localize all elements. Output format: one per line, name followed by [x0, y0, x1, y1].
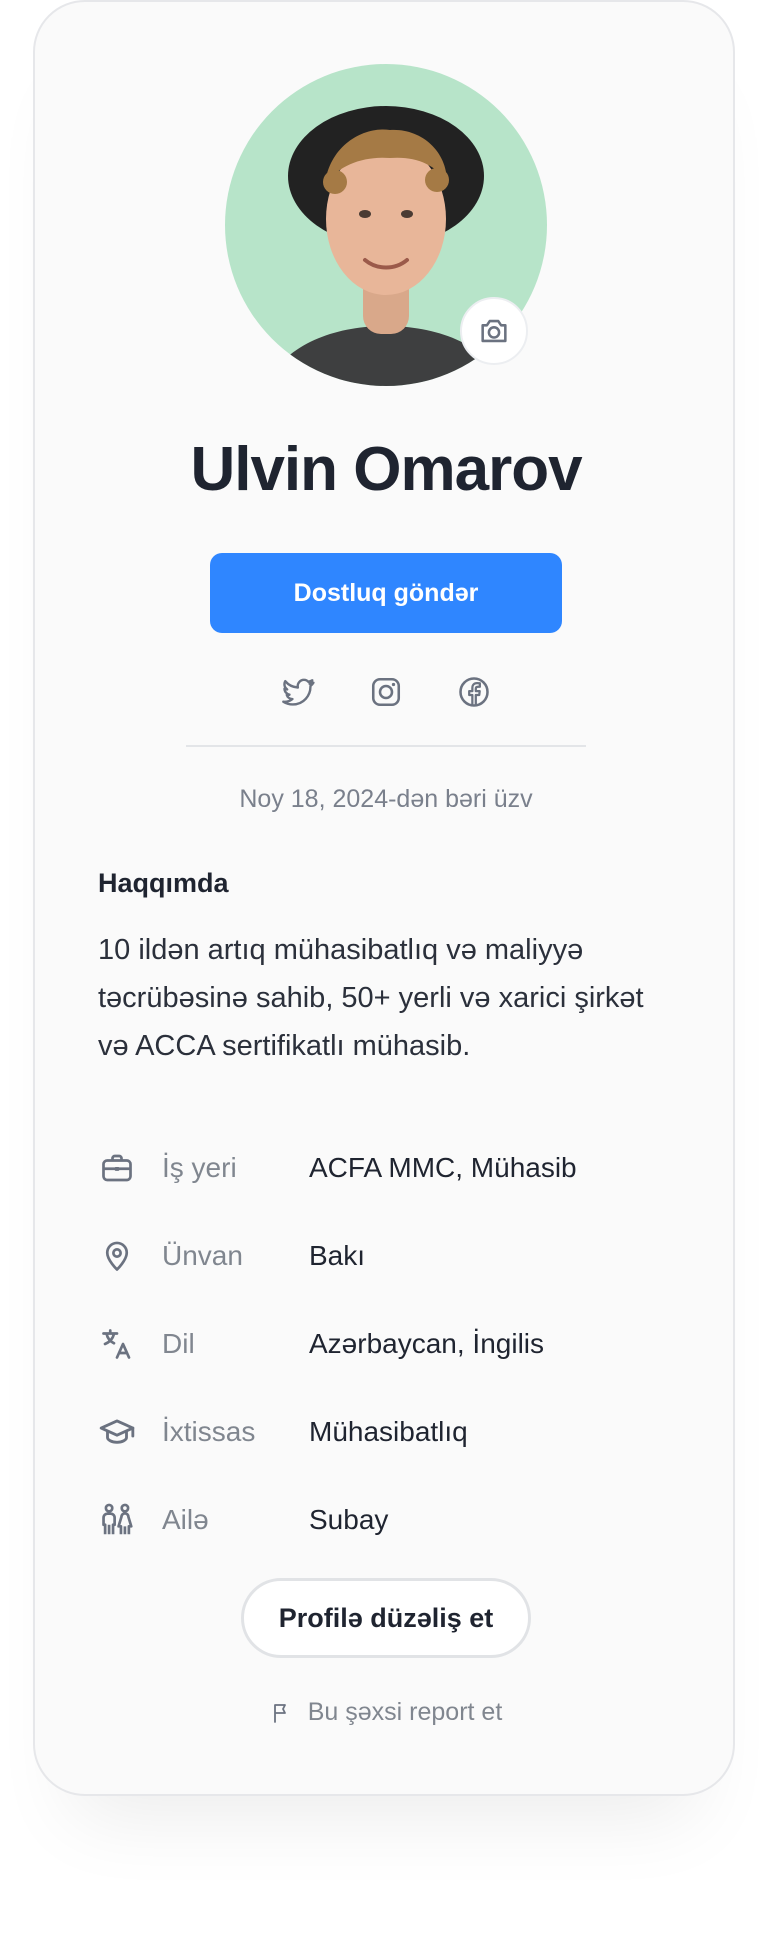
camera-icon: [481, 319, 507, 343]
change-photo-button[interactable]: [460, 297, 528, 365]
instagram-icon: [371, 677, 401, 707]
detail-value: Bakı: [309, 1240, 366, 1271]
detail-row-language: Dil Azərbaycan, İngilis: [98, 1300, 678, 1388]
flag-icon: [273, 1703, 286, 1723]
profile-card: Ulvin Omarov Dostluq göndər Noy 18, 2024…: [33, 0, 735, 1796]
briefcase-icon: [98, 1149, 136, 1187]
map-pin-icon: [98, 1237, 136, 1275]
social-links: [35, 674, 737, 710]
detail-label: İş yeri: [162, 1152, 237, 1183]
detail-row-workplace: İş yeri ACFA MMC, Mühasib: [98, 1124, 678, 1212]
profile-details: İş yeri ACFA MMC, Mühasib Ünvan Bakı Dil…: [98, 1124, 678, 1564]
detail-label: İxtissas: [162, 1416, 256, 1447]
avatar-container: [225, 64, 547, 386]
about-text: 10 ildən artıq mühasibatlıq və maliyyə t…: [98, 934, 644, 1062]
twitter-icon: [282, 678, 315, 706]
detail-label: Dil: [162, 1328, 195, 1359]
twitter-link[interactable]: [280, 674, 316, 710]
detail-row-profession: İxtissas Mühasibatlıq: [98, 1388, 678, 1476]
report-user-link[interactable]: Bu şəxsi report et: [35, 1698, 737, 1727]
facebook-link[interactable]: [456, 674, 492, 710]
detail-value: Subay: [309, 1504, 389, 1535]
translate-icon: [98, 1325, 136, 1363]
about-heading: Haqqımda: [98, 868, 229, 898]
send-friend-request-button[interactable]: Dostluq göndər: [210, 553, 562, 633]
member-since: Noy 18, 2024-dən bəri üzv: [239, 785, 533, 813]
divider: [186, 745, 586, 747]
report-label: Bu şəxsi report et: [307, 1698, 503, 1726]
profile-name: Ulvin Omarov: [190, 435, 582, 504]
instagram-link[interactable]: [368, 674, 404, 710]
detail-value: ACFA MMC, Mühasib: [309, 1152, 577, 1183]
detail-label: Ailə: [162, 1504, 209, 1535]
detail-value: Azərbaycan, İngilis: [309, 1328, 545, 1359]
detail-row-family: Ailə Subay: [98, 1476, 678, 1564]
detail-row-address: Ünvan Bakı: [98, 1212, 678, 1300]
graduation-cap-icon: [98, 1413, 136, 1451]
detail-value: Mühasibatlıq: [309, 1416, 468, 1447]
family-icon: [98, 1501, 136, 1539]
edit-profile-button[interactable]: Profilə düzəliş et: [241, 1578, 531, 1658]
facebook-icon: [459, 677, 489, 707]
detail-label: Ünvan: [162, 1240, 243, 1271]
